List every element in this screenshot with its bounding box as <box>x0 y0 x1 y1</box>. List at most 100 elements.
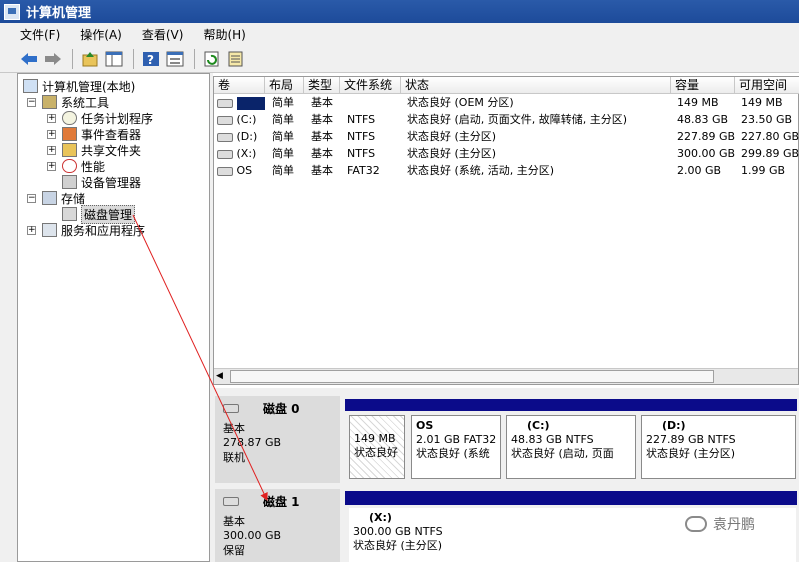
column-header-type[interactable]: 类型 <box>304 77 340 94</box>
fs-cell <box>344 94 347 111</box>
column-header-status[interactable]: 状态 <box>401 77 671 94</box>
volume-list: 卷 布局 类型 文件系统 状态 容量 可用空间 简单 基本 状态良好 (OEM … <box>213 76 799 385</box>
disk-0-info[interactable]: 磁盘 0 基本 278.87 GB 联机 <box>215 396 340 483</box>
partition-c[interactable]: (C:) 48.83 GB NTFS 状态良好 (启动, 页面 <box>506 415 636 479</box>
disk-0-partition-bar <box>345 399 797 411</box>
free-cell: 227.80 GB <box>741 130 799 143</box>
scroll-left-icon[interactable]: ◀ <box>216 371 223 381</box>
services-icon <box>42 223 57 237</box>
disk-management-icon <box>62 207 77 221</box>
volume-list-header: 卷 布局 类型 文件系统 状态 容量 可用空间 <box>214 77 799 94</box>
partition-os[interactable]: OS 2.01 GB FAT32 状态良好 (系统 <box>411 415 501 479</box>
disk-icon <box>223 404 239 413</box>
volume-cell <box>214 94 265 111</box>
tree-item-disk-management[interactable]: 磁盘管理 <box>62 204 136 224</box>
collapse-icon[interactable]: − <box>27 97 36 107</box>
table-row[interactable]: (X:) 简单 基本 NTFS 状态良好 (主分区) 300.00 GB 299… <box>214 145 799 162</box>
status-cell: 状态良好 (OEM 分区) <box>407 96 514 109</box>
collapse-icon[interactable]: − <box>27 193 36 203</box>
volume-cell: OS <box>214 162 265 179</box>
capacity-cell: 2.00 GB <box>677 164 722 177</box>
capacity-cell: 300.00 GB <box>677 147 736 160</box>
table-row[interactable]: (D:) 简单 基本 NTFS 状态良好 (主分区) 227.89 GB 227… <box>214 128 799 145</box>
expand-icon[interactable]: + <box>27 225 36 235</box>
type-cell: 基本 <box>311 113 333 126</box>
fs-cell: NTFS <box>347 147 376 160</box>
tree-item-device-manager[interactable]: 设备管理器 <box>62 174 141 190</box>
tree-label: 服务和应用程序 <box>61 223 146 238</box>
disk-icon <box>223 497 239 506</box>
tree-item-event-viewer[interactable]: + 事件查看器 <box>47 126 141 142</box>
volume-name: OS <box>236 164 253 177</box>
tree-item-performance[interactable]: + 性能 <box>47 158 105 174</box>
refresh-icon[interactable] <box>201 48 223 70</box>
tree-item-shared-folders[interactable]: + 共享文件夹 <box>47 142 141 158</box>
performance-icon <box>62 159 77 173</box>
console-tree: 计算机管理(本地) − 系统工具 + 任务计划程序 + 事件查看器 + 共享文件… <box>17 73 210 562</box>
partition-oem[interactable]: 149 MB 状态良好 <box>349 415 405 479</box>
back-icon[interactable] <box>18 48 40 70</box>
computer-management-icon <box>4 3 20 20</box>
table-row[interactable]: OS 简单 基本 FAT32 状态良好 (系统, 活动, 主分区) 2.00 G… <box>214 162 799 179</box>
tools-icon <box>42 95 57 109</box>
help-icon[interactable]: ? <box>140 48 162 70</box>
tree-label: 设备管理器 <box>81 175 142 190</box>
event-viewer-icon <box>62 127 77 141</box>
tree-item-task-scheduler[interactable]: + 任务计划程序 <box>47 110 153 126</box>
disk-state: 保留 <box>223 544 245 557</box>
expand-icon[interactable]: + <box>47 129 56 139</box>
disk-size: 278.87 GB <box>223 436 282 449</box>
partition-status: 状态良好 (系统 <box>416 447 490 460</box>
type-cell: 基本 <box>311 130 333 143</box>
export-icon[interactable] <box>225 48 247 70</box>
up-icon[interactable] <box>79 48 101 70</box>
status-cell: 状态良好 (启动, 页面文件, 故障转储, 主分区) <box>407 113 628 126</box>
column-header-capacity[interactable]: 容量 <box>671 77 735 94</box>
table-row[interactable]: (C:) 简单 基本 NTFS 状态良好 (启动, 页面文件, 故障转储, 主分… <box>214 111 799 128</box>
column-header-free-space[interactable]: 可用空间 <box>735 77 799 94</box>
tree-item-root[interactable]: 计算机管理(本地) <box>23 78 135 94</box>
menu-help[interactable]: 帮助(H) <box>203 26 245 43</box>
properties-icon[interactable] <box>164 48 186 70</box>
column-header-layout[interactable]: 布局 <box>265 77 304 94</box>
fs-cell: NTFS <box>347 130 376 143</box>
toolbar-separator <box>72 48 73 69</box>
disk-name: 磁盘 0 <box>263 402 300 416</box>
layout-cell: 简单 <box>272 164 294 177</box>
watermark-text: 袁丹鹏 <box>713 517 755 533</box>
expand-icon[interactable]: + <box>47 161 56 171</box>
menu-view[interactable]: 查看(V) <box>142 26 184 43</box>
partition-status: 状态良好 (启动, 页面 <box>511 447 614 460</box>
expand-icon[interactable]: + <box>47 145 56 155</box>
tree-item-storage[interactable]: − 存储 <box>27 190 85 206</box>
tree-label: 系统工具 <box>61 95 110 110</box>
menu-bar: 文件(F) 操作(A) 查看(V) 帮助(H) <box>0 23 799 45</box>
tree-item-system-tools[interactable]: − 系统工具 <box>27 94 109 110</box>
wechat-icon <box>685 516 707 532</box>
column-header-volume[interactable]: 卷 <box>214 77 265 94</box>
status-cell: 状态良好 (系统, 活动, 主分区) <box>407 164 555 177</box>
partition-size: 227.89 GB NTFS <box>646 433 736 446</box>
capacity-cell: 48.83 GB <box>677 113 729 126</box>
expand-icon[interactable]: + <box>47 113 56 123</box>
forward-icon[interactable] <box>42 48 64 70</box>
menu-file[interactable]: 文件(F) <box>20 26 60 43</box>
volume-name <box>236 96 265 110</box>
show-hide-tree-icon[interactable] <box>103 48 125 70</box>
title-bar[interactable]: 计算机管理 <box>0 0 799 23</box>
horizontal-scrollbar[interactable]: ◀ <box>214 368 798 384</box>
tree-item-services[interactable]: + 服务和应用程序 <box>27 222 145 238</box>
disk-1-info[interactable]: 磁盘 1 基本 300.00 GB 保留 <box>215 489 340 562</box>
disk-type: 基本 <box>223 422 245 435</box>
partition-size: 48.83 GB NTFS <box>511 433 594 446</box>
scrollbar-thumb[interactable] <box>230 370 714 383</box>
volume-name: (X:) <box>236 147 257 160</box>
table-row[interactable]: 简单 基本 状态良好 (OEM 分区) 149 MB 149 MB <box>214 94 799 111</box>
disk-size: 300.00 GB <box>223 529 282 542</box>
column-header-filesystem[interactable]: 文件系统 <box>340 77 401 94</box>
capacity-cell: 149 MB <box>677 96 719 109</box>
menu-action[interactable]: 操作(A) <box>80 26 122 43</box>
clock-icon <box>62 111 77 125</box>
partition-d[interactable]: (D:) 227.89 GB NTFS 状态良好 (主分区) <box>641 415 796 479</box>
toolbar-separator <box>133 48 134 69</box>
